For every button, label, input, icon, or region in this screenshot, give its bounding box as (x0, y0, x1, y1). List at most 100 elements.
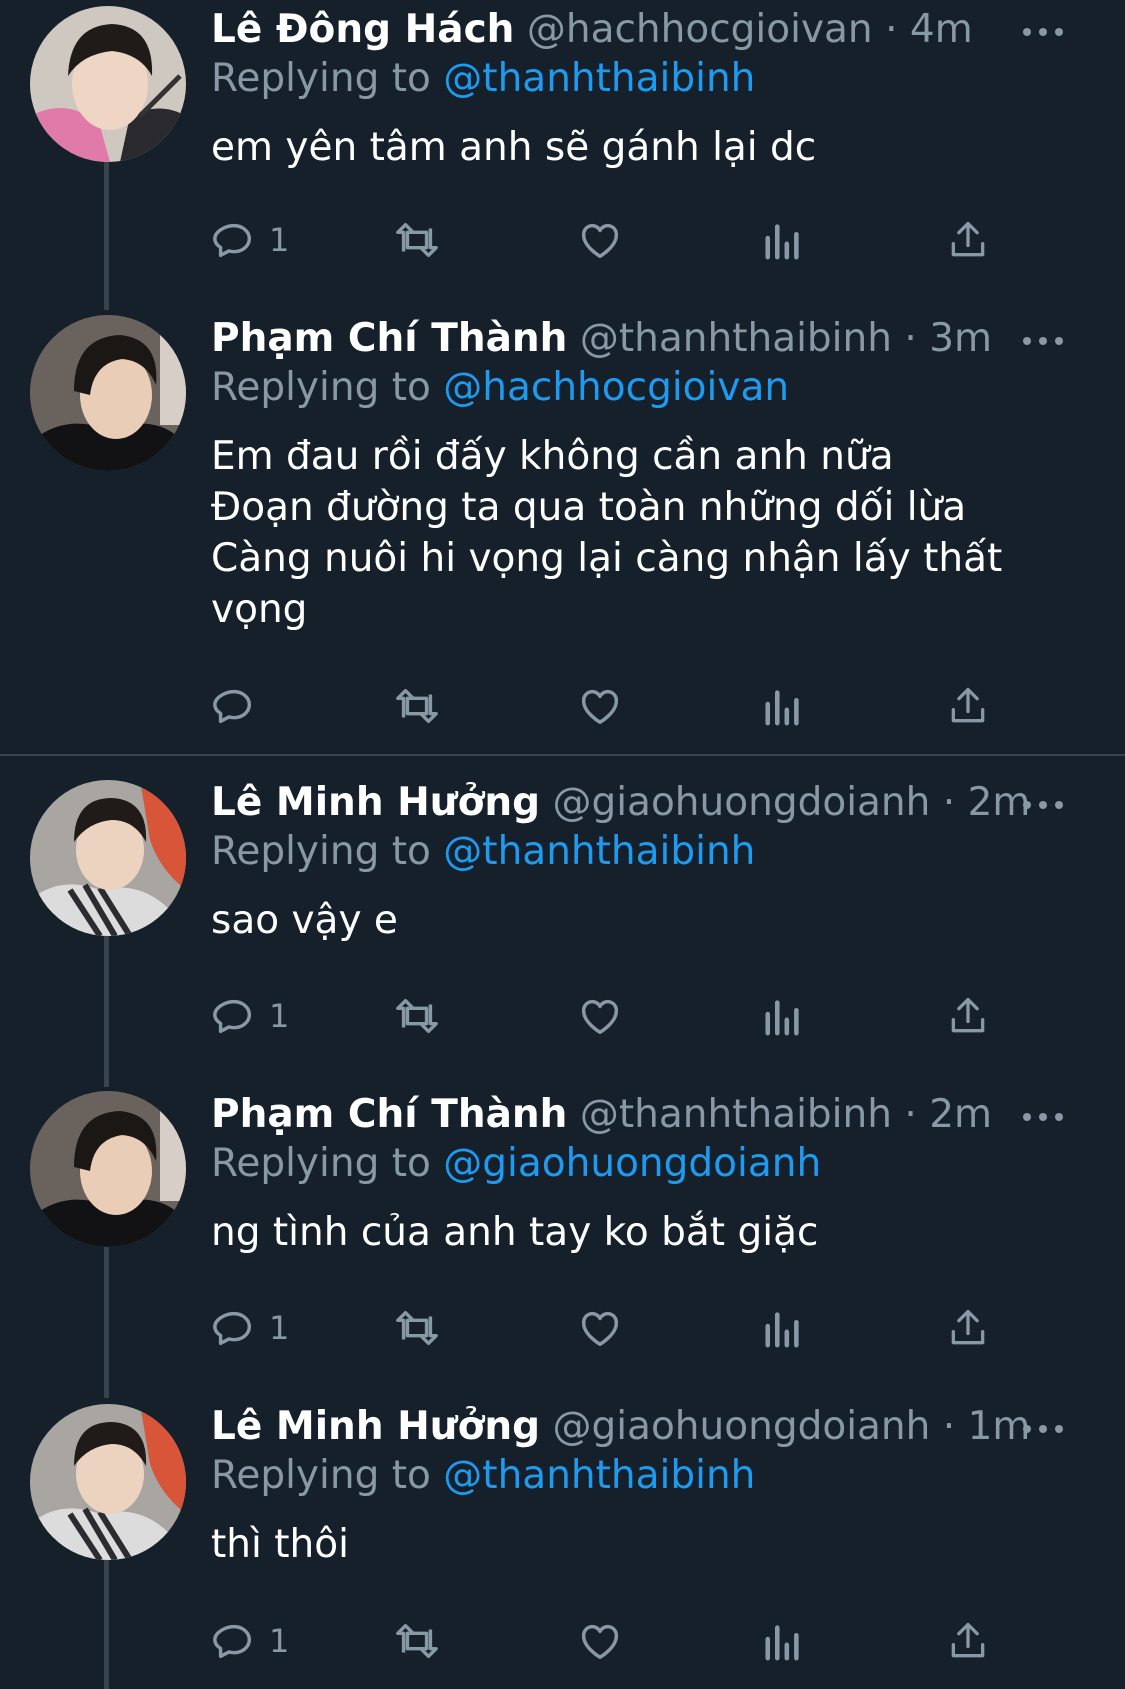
tweet-text-line: vọng (211, 587, 308, 632)
heart-icon (581, 689, 619, 725)
like-button[interactable] (577, 991, 623, 1041)
analytics-button[interactable] (762, 1616, 804, 1666)
tweet[interactable]: Phạm Chí Thành @thanhthaibinh · 2m Reply… (0, 1088, 1125, 1398)
reply-button[interactable]: 1 (211, 1303, 289, 1353)
retweet-button[interactable] (391, 215, 443, 265)
heart-icon (581, 1624, 619, 1660)
tweet[interactable]: Lê Minh Hưởng @giaohuongdoianh · 1m Repl… (0, 1400, 1125, 1689)
tweet-header: Phạm Chí Thành @thanhthaibinh · 2m (211, 1091, 1105, 1139)
username[interactable]: @thanhthaibinh (580, 1092, 892, 1137)
separator-dot: · (904, 1092, 917, 1137)
like-button[interactable] (577, 1616, 623, 1666)
share-button[interactable] (946, 215, 990, 265)
analytics-button[interactable] (762, 215, 804, 265)
retweet-button[interactable] (391, 1303, 443, 1353)
retweet-button[interactable] (391, 1616, 443, 1666)
replying-to: Replying to @thanhthaibinh (211, 1451, 1105, 1501)
reply-button[interactable]: 1 (211, 991, 289, 1041)
display-name[interactable]: Lê Đông Hách (211, 7, 514, 52)
tweet-header: Phạm Chí Thành @thanhthaibinh · 3m (211, 315, 1105, 363)
heart-icon (581, 999, 619, 1035)
avatar[interactable] (30, 315, 186, 471)
action-bar (211, 681, 991, 731)
avatar[interactable] (30, 1091, 186, 1247)
reply-button[interactable]: 1 (211, 215, 289, 265)
analytics-button[interactable] (762, 681, 804, 731)
tweet-text-line: Em đau rồi đấy không cần anh nữa (211, 434, 894, 479)
tweet[interactable]: Phạm Chí Thành @thanhthaibinh · 3m Reply… (0, 312, 1125, 752)
separator-dot: · (904, 316, 917, 361)
mention-link[interactable]: @thanhthaibinh (443, 829, 755, 874)
share-button[interactable] (946, 681, 990, 731)
replying-to: Replying to @thanhthaibinh (211, 827, 1105, 877)
retweet-icon (396, 1310, 438, 1346)
more-options-icon[interactable] (1023, 1111, 1063, 1123)
reply-icon (213, 223, 252, 258)
share-button[interactable] (946, 1303, 990, 1353)
retweet-icon (396, 222, 438, 258)
analytics-icon (765, 224, 799, 260)
mention-link[interactable]: @hachhocgioivan (443, 365, 789, 410)
reply-count: 1 (269, 1622, 290, 1660)
display-name[interactable]: Phạm Chí Thành (211, 316, 567, 361)
display-name[interactable]: Phạm Chí Thành (211, 1092, 567, 1137)
more-options-icon[interactable] (1023, 335, 1063, 347)
replying-prefix: Replying to (211, 56, 431, 101)
reply-icon (213, 1624, 252, 1659)
mention-link[interactable]: @giaohuongdoianh (443, 1141, 821, 1186)
timestamp[interactable]: 2m (968, 780, 1031, 825)
reply-count: 1 (269, 997, 290, 1035)
replying-prefix: Replying to (211, 1141, 431, 1186)
tweet[interactable]: Lê Minh Hưởng @giaohuongdoianh · 2m Repl… (0, 776, 1125, 1086)
like-button[interactable] (577, 681, 623, 731)
reply-icon (213, 1311, 252, 1346)
avatar[interactable] (30, 1404, 186, 1560)
action-bar: 1 (211, 991, 991, 1041)
reply-button[interactable] (211, 681, 269, 731)
replying-to: Replying to @hachhocgioivan (211, 363, 1105, 413)
timestamp[interactable]: 2m (929, 1092, 992, 1137)
share-icon (951, 221, 985, 257)
tweet[interactable]: Lê Đông Hách @hachhocgioivan · 4m Replyi… (0, 0, 1125, 310)
heart-icon (581, 1311, 619, 1347)
like-button[interactable] (577, 1303, 623, 1353)
username[interactable]: @hachhocgioivan (527, 7, 873, 52)
more-options-icon[interactable] (1023, 799, 1063, 811)
separator-dot: · (885, 7, 898, 52)
share-button[interactable] (946, 1616, 990, 1666)
display-name[interactable]: Lê Minh Hưởng (211, 780, 540, 825)
reply-button[interactable]: 1 (211, 1616, 289, 1666)
more-options-icon[interactable] (1023, 1423, 1063, 1435)
analytics-button[interactable] (762, 991, 804, 1041)
display-name[interactable]: Lê Minh Hưởng (211, 1404, 540, 1449)
username[interactable]: @giaohuongdoianh (552, 1404, 930, 1449)
avatar[interactable] (30, 780, 186, 936)
replying-to: Replying to @giaohuongdoianh (211, 1139, 1105, 1189)
username[interactable]: @giaohuongdoianh (552, 780, 930, 825)
retweet-button[interactable] (391, 991, 443, 1041)
more-options-icon[interactable] (1023, 26, 1063, 38)
avatar[interactable] (30, 6, 186, 162)
replying-prefix: Replying to (211, 829, 431, 874)
analytics-button[interactable] (762, 1303, 804, 1353)
separator-dot: · (942, 1404, 956, 1449)
tweet-text: thì thôi (211, 1519, 1105, 1570)
analytics-icon (765, 1625, 799, 1661)
username[interactable]: @thanhthaibinh (580, 316, 892, 361)
reply-count: 1 (269, 1309, 290, 1347)
reply-icon (213, 999, 252, 1034)
retweet-button[interactable] (391, 681, 443, 731)
tweet-text-line: Đoạn đường ta qua toàn những dối lừa (211, 485, 967, 530)
action-bar: 1 (211, 215, 991, 265)
timestamp[interactable]: 3m (929, 316, 992, 361)
tweet-text-line: Càng nuôi hi vọng lại càng nhận lấy thất (211, 536, 1003, 581)
timestamp[interactable]: 1m (968, 1404, 1031, 1449)
tweet-text-line: em yên tâm anh sẽ gánh lại dc (211, 125, 817, 170)
share-button[interactable] (946, 991, 990, 1041)
like-button[interactable] (577, 215, 623, 265)
share-icon (951, 997, 985, 1033)
mention-link[interactable]: @thanhthaibinh (443, 56, 755, 101)
reply-icon (213, 689, 252, 724)
timestamp[interactable]: 4m (910, 7, 973, 52)
mention-link[interactable]: @thanhthaibinh (443, 1453, 755, 1498)
